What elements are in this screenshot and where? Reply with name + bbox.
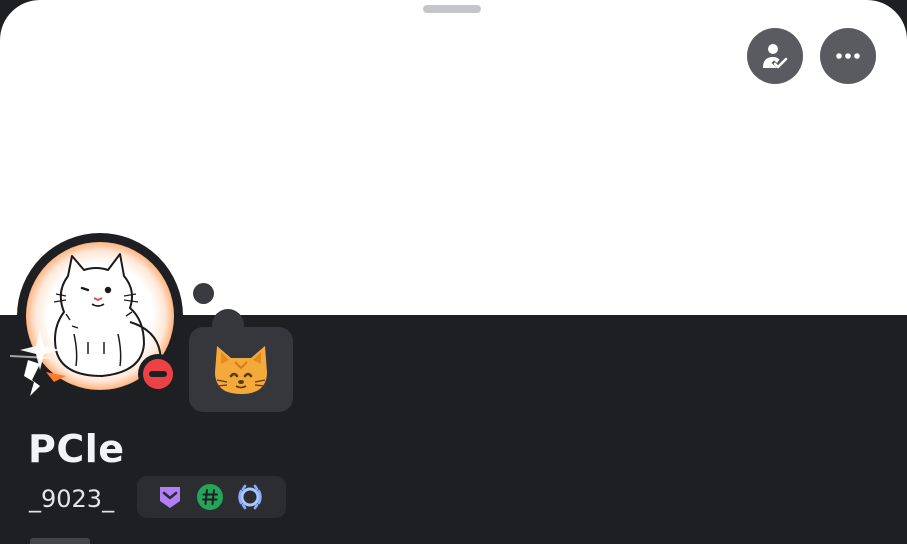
person-check-icon [763,44,788,69]
username[interactable]: _9023_ [29,482,114,516]
display-name: PCle [28,427,125,471]
cat-face-emoji [215,345,267,394]
sheet-drag-handle[interactable] [423,5,481,13]
more-options-button[interactable] [820,28,876,84]
next-section-peek [30,538,90,544]
profile-sheet: PCle _9023_ [0,0,907,544]
nitro-badge-icon [160,487,180,508]
custom-status-bubble[interactable] [189,327,293,412]
dnd-status-indicator [138,354,178,394]
nitro-badge[interactable] [155,482,185,512]
quest-laurel-badge[interactable] [235,482,265,512]
dnd-icon [143,359,173,389]
avatar-decoration-sparkle-icon [10,330,66,396]
hashtag-badge-icon [197,484,223,510]
friend-status-button[interactable] [747,28,803,84]
quest-laurel-badge-icon [238,484,262,510]
more-dots-icon [836,53,860,59]
badge-list [137,476,286,518]
thought-bubble-dot-small [193,283,214,304]
hashtag-badge[interactable] [195,482,225,512]
